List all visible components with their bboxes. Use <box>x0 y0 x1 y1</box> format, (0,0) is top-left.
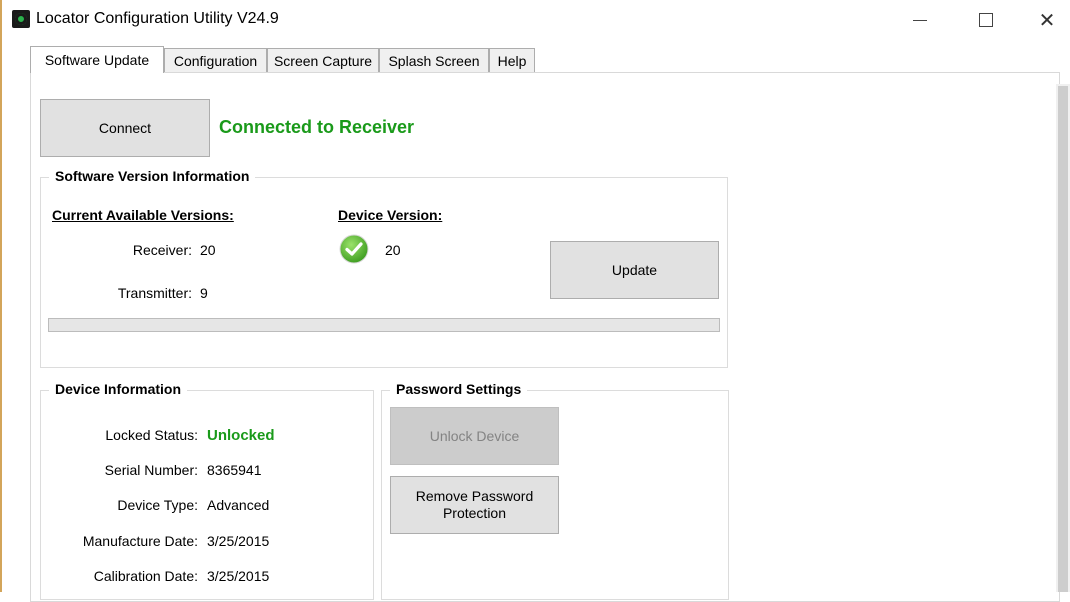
tab-splash-screen[interactable]: Splash Screen <box>379 48 489 72</box>
serial-number-value: 8365941 <box>207 462 262 478</box>
transmitter-version: 9 <box>200 285 208 301</box>
receiver-label: Receiver: <box>132 242 192 258</box>
receiver-version: 20 <box>200 242 216 258</box>
device-version-value: 20 <box>385 242 401 258</box>
minimize-icon <box>913 19 927 21</box>
tab-screen-capture[interactable]: Screen Capture <box>267 48 379 72</box>
tab-label: Screen Capture <box>273 52 373 69</box>
calibration-date-label: Calibration Date: <box>93 568 198 584</box>
locked-status-label: Locked Status: <box>105 427 198 443</box>
update-button[interactable]: Update <box>550 241 719 299</box>
unlock-device-label: Unlock Device <box>429 428 520 444</box>
group-title: Device Information <box>49 381 188 397</box>
current-versions-header: Current Available Versions: <box>52 207 234 223</box>
tab-label: Help <box>497 52 527 69</box>
tab-label: Splash Screen <box>388 52 480 69</box>
minimize-button[interactable] <box>897 0 943 40</box>
tab-configuration[interactable]: Configuration <box>164 48 267 72</box>
update-button-label: Update <box>611 262 658 278</box>
close-icon: ✕ <box>1038 9 1056 32</box>
remove-password-label-line2: Protection <box>442 505 507 521</box>
window-edge <box>0 0 2 592</box>
remove-password-label-line1: Remove Password <box>415 488 534 504</box>
close-button[interactable]: ✕ <box>1024 0 1070 40</box>
scrollbar-thumb[interactable] <box>1058 86 1068 592</box>
connect-button-label: Connect <box>98 120 152 136</box>
manufacture-date-label: Manufacture Date: <box>82 533 198 549</box>
tab-software-update[interactable]: Software Update <box>30 46 164 73</box>
remove-password-button[interactable]: Remove Password Protection <box>390 476 559 534</box>
transmitter-label: Transmitter: <box>117 285 192 301</box>
group-title: Password Settings <box>390 381 528 397</box>
device-type-label: Device Type: <box>117 497 198 513</box>
maximize-icon <box>979 13 993 27</box>
tab-help[interactable]: Help <box>489 48 535 72</box>
connection-status: Connected to Receiver <box>219 117 415 137</box>
window-title: Locator Configuration Utility V24.9 <box>36 10 279 27</box>
serial-number-label: Serial Number: <box>104 462 198 478</box>
device-version-header: Device Version: <box>338 207 443 223</box>
app-icon <box>12 10 30 28</box>
manufacture-date-value: 3/25/2015 <box>207 533 270 549</box>
tab-label: Configuration <box>173 52 258 69</box>
check-circle-icon <box>339 234 369 264</box>
update-progress-bar <box>48 318 720 332</box>
locked-status-value: Unlocked <box>207 427 275 444</box>
maximize-button[interactable] <box>963 0 1009 40</box>
unlock-device-button[interactable]: Unlock Device <box>390 407 559 465</box>
group-title: Software Version Information <box>49 168 256 184</box>
calibration-date-value: 3/25/2015 <box>207 568 270 584</box>
connect-button[interactable]: Connect <box>40 99 210 157</box>
tab-label: Software Update <box>44 52 150 68</box>
device-type-value: Advanced <box>207 497 270 513</box>
